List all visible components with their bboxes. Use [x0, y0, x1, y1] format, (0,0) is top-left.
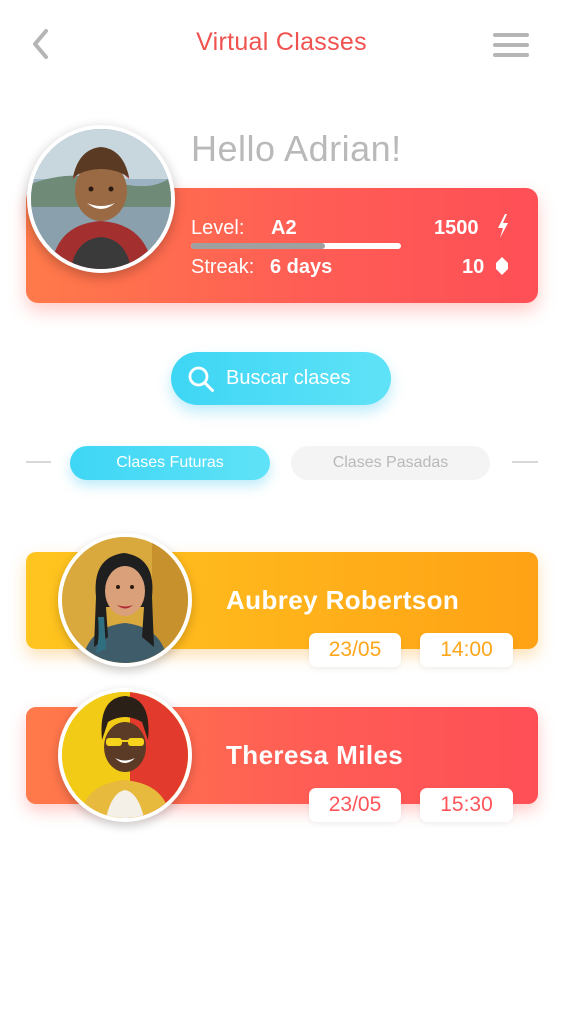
class-time: 15:30: [420, 788, 513, 822]
level-value: A2: [271, 217, 297, 239]
teacher-avatar[interactable]: [58, 688, 192, 822]
top-bar: Virtual Classes: [0, 0, 563, 90]
search-classes-label: Buscar clases: [226, 367, 351, 389]
class-time: 14:00: [420, 633, 513, 667]
search-icon: [188, 366, 214, 392]
teacher-name: Theresa Miles: [226, 740, 404, 770]
points-value: 1500: [434, 217, 479, 239]
gems-value: 10: [462, 256, 485, 278]
page-title: Virtual Classes: [196, 28, 367, 56]
teacher-avatar[interactable]: [58, 533, 192, 667]
teacher-photo: [62, 537, 188, 663]
streak-value: 6 days: [270, 256, 333, 278]
tab-future-classes[interactable]: Clases Futuras: [70, 446, 270, 480]
class-date: 23/05: [309, 633, 401, 667]
menu-line: [493, 53, 529, 57]
gem-icon: [496, 257, 508, 275]
search-classes-button[interactable]: Buscar clases: [171, 352, 391, 405]
teacher-photo: [62, 692, 188, 818]
streak-label: Streak:: [191, 256, 255, 278]
greeting-text: Hello Adrian!: [191, 128, 402, 169]
teacher-name: Aubrey Robertson: [226, 585, 460, 615]
divider-right: [512, 461, 538, 463]
level-progress-bar: [191, 243, 401, 249]
class-date: 23/05: [309, 788, 401, 822]
level-label: Level:: [191, 217, 245, 239]
lightning-bolt-icon: [498, 214, 508, 238]
menu-line: [493, 43, 529, 47]
hamburger-menu-icon: [493, 33, 529, 37]
tab-past-classes[interactable]: Clases Pasadas: [291, 446, 490, 480]
level-progress-fill: [191, 243, 326, 249]
user-avatar[interactable]: [27, 125, 175, 273]
menu-button[interactable]: [492, 30, 530, 60]
user-photo: [31, 129, 171, 269]
divider-left: [26, 461, 51, 463]
